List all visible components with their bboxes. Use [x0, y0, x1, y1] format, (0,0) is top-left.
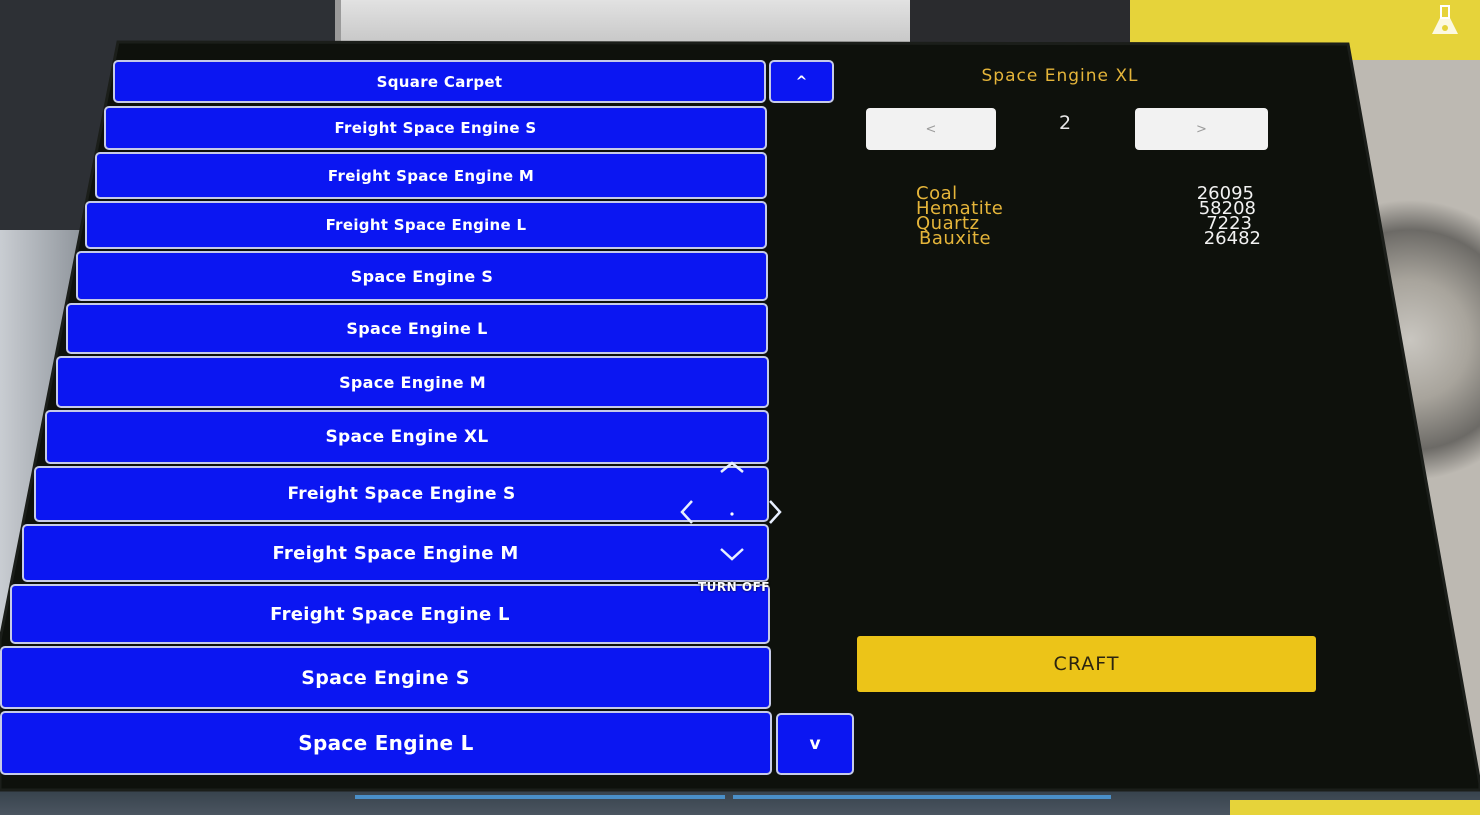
craft-label: CRAFT: [1053, 653, 1120, 675]
scroll-up-label: ^: [795, 73, 808, 90]
next-page-button[interactable]: >: [1135, 108, 1268, 150]
chevron-left-icon[interactable]: [679, 498, 695, 526]
list-item-label: Space Engine L: [346, 319, 488, 338]
crafting-screen: Square Carpet Freight Space Engine S Fre…: [0, 0, 1480, 815]
list-item-label: Freight Space Engine M: [327, 166, 535, 185]
list-item[interactable]: Space Engine S: [76, 251, 768, 301]
resource-amount: 26482: [1203, 228, 1261, 249]
list-item[interactable]: Freight Space Engine L: [10, 584, 770, 644]
previous-page-label: <: [925, 121, 937, 137]
list-item-label: Space Engine S: [350, 266, 494, 286]
list-item[interactable]: Space Engine M: [56, 356, 769, 408]
chevron-down-icon[interactable]: [718, 546, 746, 562]
previous-page-button[interactable]: <: [866, 108, 996, 150]
next-page-label: >: [1196, 121, 1207, 137]
list-item-label: Space Engine XL: [325, 427, 489, 447]
list-item-label: Freight Space Engine L: [325, 216, 527, 234]
page-number: 2: [1058, 112, 1072, 134]
list-item-label: Space Engine M: [339, 372, 486, 392]
list-item[interactable]: Freight Space Engine M: [22, 524, 769, 582]
list-item[interactable]: Freight Space Engine S: [34, 466, 769, 522]
list-item-label: Freight Space Engine M: [272, 542, 519, 564]
scroll-up-button[interactable]: ^: [769, 60, 834, 103]
list-item-label: Space Engine S: [301, 666, 470, 689]
list-item[interactable]: Space Engine XL: [45, 410, 769, 464]
scroll-down-label: v: [809, 734, 821, 754]
list-item-label: Space Engine L: [298, 731, 474, 755]
list-item[interactable]: Freight Space Engine M: [95, 152, 767, 199]
list-item[interactable]: Freight Space Engine S: [104, 106, 767, 150]
crosshair-dot-icon: [730, 512, 734, 516]
craft-button[interactable]: CRAFT: [857, 636, 1316, 692]
list-item-label: Freight Space Engine L: [270, 603, 510, 625]
list-item[interactable]: Space Engine L: [0, 711, 772, 775]
list-item[interactable]: Space Engine S: [0, 646, 771, 709]
list-item[interactable]: Space Engine L: [66, 303, 768, 354]
chevron-right-icon[interactable]: [767, 498, 783, 526]
list-item-label: Freight Space Engine S: [287, 484, 516, 504]
list-item[interactable]: Freight Space Engine L: [85, 201, 767, 249]
resource-name: Bauxite: [919, 228, 992, 249]
chevron-up-icon[interactable]: [718, 460, 746, 474]
selected-item-title: Space Engine XL: [981, 66, 1139, 86]
scroll-down-button[interactable]: v: [776, 713, 854, 775]
list-item-label: Freight Space Engine S: [334, 119, 537, 137]
turn-off-prompt[interactable]: TURN OFF: [692, 580, 776, 594]
list-item-label: Square Carpet: [376, 72, 503, 91]
list-item[interactable]: Square Carpet: [113, 60, 766, 103]
